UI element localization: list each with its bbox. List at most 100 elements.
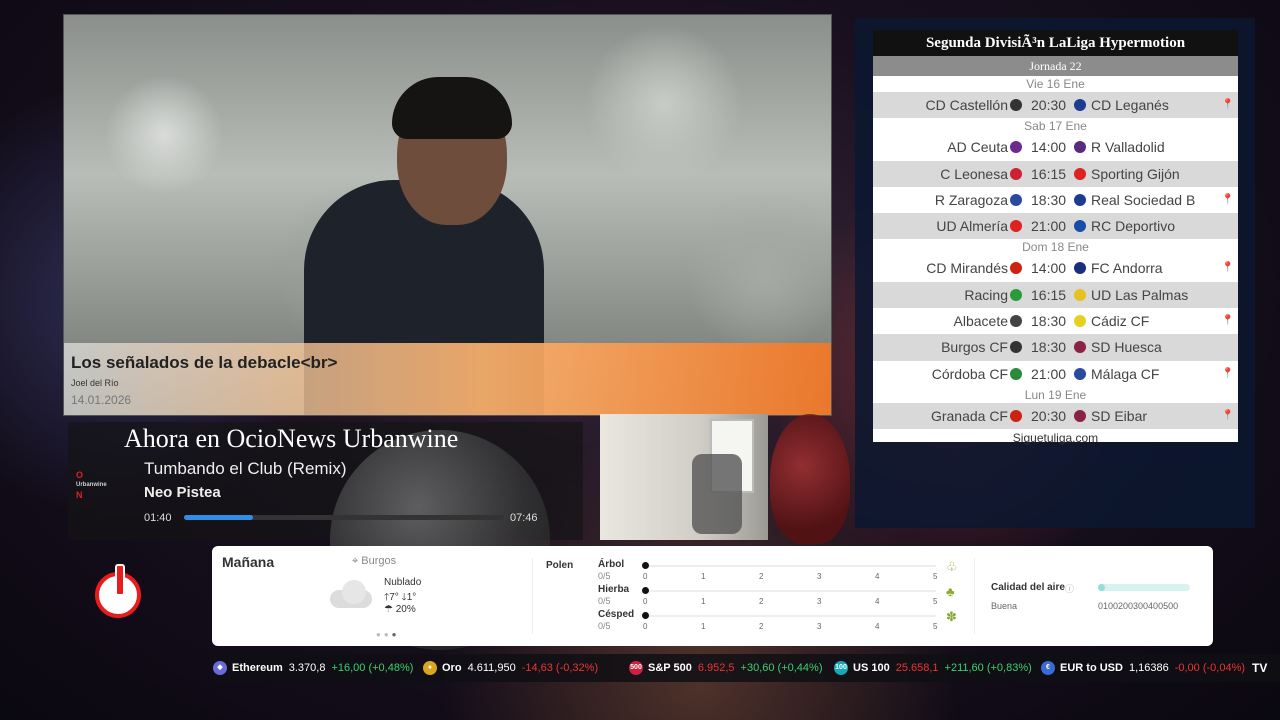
scale-tick: 0 [643,572,648,581]
herb-icon: ♣ [946,584,955,599]
match-row[interactable]: CD Mirandés 14:00 FC Andorra 📍 [873,255,1238,281]
location-pin-icon[interactable]: 📍 [1222,361,1234,387]
location-pin-icon[interactable]: 📍 [1222,255,1234,281]
air-quality-fill [1098,584,1106,591]
away-crest-icon [1074,409,1086,422]
league-fixtures: Segunda DivisiÃ³n LaLiga Hypermotion Jor… [873,30,1238,445]
pollen-level-dot [642,562,649,569]
total-time: 07:46 [510,512,538,524]
pollen-value: 0/5 [598,621,611,631]
ticker-item[interactable]: 500 S&P 500 6.952,5 +30,60 (+0,44%) [629,654,822,682]
home-crest-icon [1010,288,1022,301]
pollen-row: Césped 0/5 0 1 2 3 4 5 ✽ [598,609,958,633]
carousel-dots[interactable]: ●●● [376,630,400,639]
ticker-item[interactable]: ◆ Ethereum 3.370,8 +16,00 (+0,48%) [213,654,413,682]
pollen-track [646,590,936,592]
asset-icon: ● [423,661,437,676]
home-crest-icon [1010,167,1022,180]
pollen-track [646,565,936,567]
news-date: 14.01.2026 [71,393,132,407]
home-crest-icon [1010,315,1022,328]
asset-value: 6.952,5 [697,662,735,674]
match-row[interactable]: Racing 16:15 UD Las Palmas [873,281,1238,309]
station-logo-bottom: N [76,490,83,500]
match-time: 21:00 [1031,365,1067,382]
info-icon[interactable]: ⓘ [1065,582,1074,595]
league-round: Jornada 22 [873,56,1238,76]
asset-name: US 100 [853,662,890,674]
asset-change: -0,00 (-0,04%) [1174,662,1246,674]
away-team: SD Huesca [1091,339,1162,356]
station-logo-mid: Urbanwine [76,482,107,488]
league-body: Vie 16 Ene CD Castellón 20:30 CD Leganés 📍 Sa… [873,76,1238,430]
scale-tick: 3 [817,597,822,606]
away-team: Sporting Gijón [1091,165,1180,182]
webcam-view [600,414,768,540]
match-row[interactable]: R Zaragoza 18:30 Real Sociedad B 📍 [873,187,1238,213]
air-quality-status: Buena [991,601,1018,611]
pollen-label: Polen [546,560,574,571]
pollen-level-dot [642,612,649,619]
asset-name: Oro [442,662,462,674]
match-time: 20:30 [1031,407,1067,424]
scale-tick: 5 [933,572,938,581]
news-title[interactable]: Los señalados de la debacle<br> [71,353,337,373]
ticker-item[interactable]: € EUR to USD 1,16386 -0,00 (-0,04%) [1041,654,1245,682]
match-time: 21:00 [1031,218,1067,235]
home-team: CD Castellón [925,97,1008,113]
away-crest-icon [1074,367,1086,380]
away-team: SD Eibar [1091,407,1148,424]
match-row[interactable]: Granada CF 20:30 SD Eibar 📍 [873,402,1238,430]
coach-hair [392,77,512,139]
match-row[interactable]: Albacete 18:30 Cádiz CF 📍 [873,308,1238,334]
pollen-level-dot [642,587,649,594]
news-card[interactable]: Los señalados de la debacle<br> Joel del… [63,14,832,416]
match-time: 18:30 [1031,339,1067,356]
match-row[interactable]: UD Almería 21:00 RC Deportivo [873,213,1238,240]
ticker-item[interactable]: ● Oro 4.611,950 -14,63 (-0,32%) [423,654,598,682]
away-team: RC Deportivo [1091,218,1176,235]
asset-value: 3.370,8 [288,662,326,674]
scale-tick: 0 [643,622,648,631]
asset-icon: 500 [629,661,643,676]
location-pin-icon[interactable]: 📍 [1222,187,1234,213]
station-logo-top: O [76,470,84,480]
weather-day[interactable]: Mañana [222,554,274,570]
match-row[interactable]: CD Castellón 20:30 CD Leganés 📍 [873,92,1238,119]
match-row[interactable]: C Leonesa 16:15 Sporting Gijón [873,160,1238,187]
progress-bar[interactable] [184,515,504,520]
scale-tick: 1 [701,622,706,631]
scale-tick: 4 [875,572,880,581]
current-time: 01:40 [144,512,172,524]
away-crest-icon [1074,220,1086,233]
divider [974,558,975,634]
music-heading: Ahora en OcioNews Urbanwine [124,424,459,453]
match-row[interactable]: Córdoba CF 21:00 Málaga CF 📍 [873,361,1238,387]
scale-tick: 2 [759,622,764,631]
match-row[interactable]: Burgos CF 18:30 SD Huesca [873,334,1238,361]
match-row[interactable]: AD Ceuta 14:00 R Valladolid [873,134,1238,160]
pollen-type: Hierba [598,584,630,595]
grass-icon: ✽ [946,609,957,624]
ticker-item[interactable]: 100 US 100 25.658,1 +211,60 (+0,83%) [834,654,1032,682]
weather-rain: ☂ 20% [384,604,416,615]
location-pin-icon[interactable]: 📍 [1222,308,1234,334]
scale-tick: 1 [701,572,706,581]
home-team: C Leonesa [940,165,1008,182]
pollen-row: Árbol 0/5 0 1 2 3 4 5 ♧ [598,559,958,583]
asset-change: +16,00 (+0,48%) [331,662,414,674]
location-pin-icon[interactable]: 📍 [1222,92,1234,118]
tradingview-logo[interactable]: TV [1252,654,1267,682]
matchday-date: Vie 16 Ene [873,76,1238,92]
pollen-value: 0/5 [598,571,611,581]
asset-name: Ethereum [232,662,283,674]
league-title: Segunda DivisiÃ³n LaLiga Hypermotion [873,30,1238,56]
home-crest-icon [1010,193,1022,206]
home-team: Albacete [953,313,1008,330]
weather-location: ⌖ Burgos [352,555,396,568]
scale-tick: 5 [933,622,938,631]
location-pin-icon[interactable]: 📍 [1222,403,1234,429]
league-footer[interactable]: Siguetuliga.com [873,429,1238,447]
progress-fill [184,515,253,520]
asset-icon: 100 [834,661,848,676]
